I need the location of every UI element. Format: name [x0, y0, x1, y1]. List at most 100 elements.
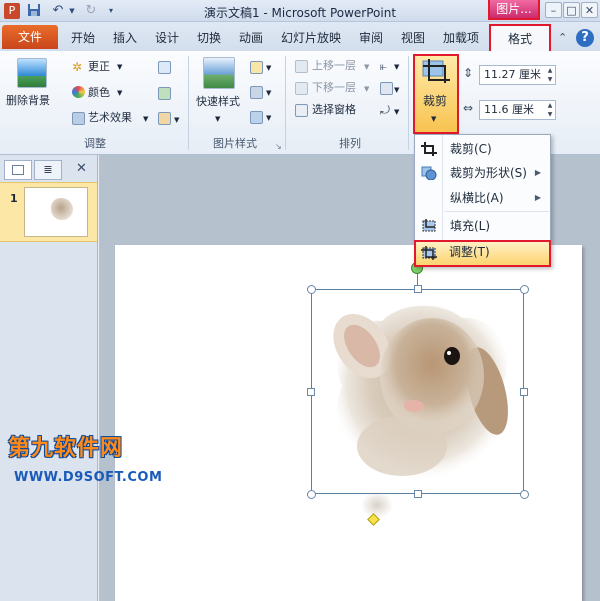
fit-icon: [421, 246, 437, 260]
resize-handle-bottom-right[interactable]: [520, 490, 529, 499]
tab-file[interactable]: 文件: [2, 25, 58, 49]
submenu-arrow-icon: ▶: [534, 193, 541, 202]
save-icon[interactable]: [26, 3, 42, 19]
shape-height-icon: ⇕: [463, 66, 474, 80]
color-icon: [72, 86, 85, 98]
tab-format[interactable]: 格式: [489, 24, 551, 53]
tab-animations[interactable]: 动画: [234, 27, 268, 49]
tab-slideshow[interactable]: 幻灯片放映: [276, 27, 346, 49]
color-button[interactable]: 颜色: [88, 86, 110, 100]
undo-dropdown-icon[interactable]: ▼: [68, 3, 76, 19]
menu-item-aspect-ratio-label: 纵横比(A): [450, 191, 504, 205]
quick-styles-button[interactable]: 快速样式: [196, 95, 240, 109]
watermark-logo: 第九软件网: [8, 436, 124, 461]
resize-handle-top-right[interactable]: [520, 285, 529, 294]
rotate-icon[interactable]: ⤾: [380, 103, 390, 118]
minimize-icon[interactable]: –: [545, 2, 562, 18]
crop-to-shape-icon: [421, 166, 437, 181]
send-backward-icon: [295, 82, 308, 95]
crop-icon: [421, 142, 437, 156]
window-title: 演示文稿1 - Microsoft PowerPoint: [203, 6, 397, 20]
dialog-launcher-icon[interactable]: ↘: [275, 140, 282, 154]
close-icon[interactable]: ✕: [581, 2, 598, 18]
reset-picture-dropdown-icon[interactable]: ▼: [174, 113, 179, 127]
group-objects-icon[interactable]: [380, 82, 393, 95]
selection-box: [311, 289, 524, 494]
tab-slides-thumbnails[interactable]: [4, 160, 32, 180]
resize-handle-top-left[interactable]: [307, 285, 316, 294]
resize-handle-bottom[interactable]: [414, 490, 422, 498]
picture-effects-icon[interactable]: [250, 86, 263, 99]
watermark-url: WWW.D9SOFT.COM: [14, 470, 163, 485]
corrections-icon: ✲: [72, 60, 83, 74]
resize-handle-right[interactable]: [520, 388, 528, 396]
picture-layout-icon[interactable]: [250, 111, 263, 124]
align-dropdown-icon[interactable]: ▼: [394, 60, 399, 74]
shape-width-spinner-icon[interactable]: ▲ ▼: [545, 101, 555, 119]
group-picture-styles-title: 图片样式: [213, 137, 257, 150]
context-tab-label: 图片...: [488, 0, 540, 20]
rotate-dropdown-icon[interactable]: ▼: [394, 105, 399, 119]
tab-outline[interactable]: ≣: [34, 160, 62, 180]
tab-addins[interactable]: 加载项: [438, 27, 484, 49]
undo-icon[interactable]: ↶: [50, 3, 66, 19]
group-separator: [188, 56, 189, 150]
slide-thumbnail[interactable]: [24, 187, 88, 237]
align-icon[interactable]: ⫦: [380, 59, 387, 74]
customize-icon[interactable]: ▾: [105, 3, 117, 19]
redo-icon[interactable]: ↻: [83, 3, 99, 19]
slide-number: 1: [10, 192, 18, 205]
group-arrange-title: 排列: [339, 137, 361, 150]
picture-border-dropdown-icon[interactable]: ▼: [266, 61, 271, 75]
menu-divider: [444, 211, 549, 212]
corrections-dropdown-icon[interactable]: ▼: [117, 60, 122, 74]
menu-item-aspect-ratio[interactable]: 纵横比(A) ▶: [415, 186, 550, 211]
powerpoint-app-icon[interactable]: P: [4, 3, 20, 19]
picture-border-icon[interactable]: [250, 61, 263, 74]
resize-handle-top[interactable]: [414, 285, 422, 293]
fill-icon: [421, 219, 437, 233]
submenu-arrow-icon: ▶: [534, 168, 541, 177]
help-icon[interactable]: ?: [576, 29, 594, 47]
remove-background-button[interactable]: 删除背景: [6, 94, 50, 108]
close-pane-icon[interactable]: ✕: [76, 161, 87, 176]
tab-transitions[interactable]: 切换: [192, 27, 226, 49]
send-backward-dropdown-icon[interactable]: ▼: [364, 82, 369, 96]
bring-forward-button[interactable]: 上移一层: [312, 59, 356, 73]
group-separator: [285, 56, 286, 150]
image-shadow: [362, 492, 392, 518]
shape-height-spinner-icon[interactable]: ▲ ▼: [545, 66, 555, 84]
change-picture-icon[interactable]: [158, 87, 171, 100]
group-separator: [408, 56, 409, 150]
shape-width-icon: ⇔: [463, 101, 474, 115]
tab-review[interactable]: 审阅: [354, 27, 388, 49]
restore-icon[interactable]: □: [563, 2, 580, 18]
ribbon-collapse-icon[interactable]: ⌃: [558, 31, 567, 44]
compress-pictures-icon[interactable]: [158, 61, 171, 74]
crop-button-label: 裁剪: [423, 94, 448, 108]
remove-background-icon: [17, 58, 47, 88]
artistic-effects-button[interactable]: 艺术效果: [88, 111, 132, 125]
menu-item-crop-to-shape-label: 裁剪为形状(S): [450, 166, 527, 180]
corrections-button[interactable]: 更正: [88, 60, 110, 74]
artistic-effects-dropdown-icon[interactable]: ▼: [143, 112, 148, 126]
crop-dropdown-icon: ▼: [431, 115, 437, 123]
tab-home[interactable]: 开始: [66, 27, 100, 49]
send-backward-button[interactable]: 下移一层: [312, 81, 356, 95]
tab-view[interactable]: 视图: [396, 27, 430, 49]
color-dropdown-icon[interactable]: ▼: [117, 86, 122, 100]
menu-item-fill-label: 填充(L): [450, 219, 491, 233]
selection-pane-button[interactable]: 选择窗格: [312, 103, 356, 117]
resize-handle-left[interactable]: [307, 388, 315, 396]
reset-picture-icon[interactable]: [158, 112, 171, 125]
quick-styles-dropdown-icon[interactable]: ▼: [215, 112, 220, 126]
group-objects-dropdown-icon[interactable]: ▼: [394, 83, 399, 97]
bring-forward-dropdown-icon[interactable]: ▼: [364, 60, 369, 74]
picture-effects-dropdown-icon[interactable]: ▼: [266, 86, 271, 100]
menu-item-fit-label: 调整(T): [449, 245, 490, 259]
tab-insert[interactable]: 插入: [108, 27, 142, 49]
selection-pane-icon: [295, 104, 308, 117]
picture-layout-dropdown-icon[interactable]: ▼: [266, 111, 271, 125]
resize-handle-bottom-left[interactable]: [307, 490, 316, 499]
tab-design[interactable]: 设计: [150, 27, 184, 49]
